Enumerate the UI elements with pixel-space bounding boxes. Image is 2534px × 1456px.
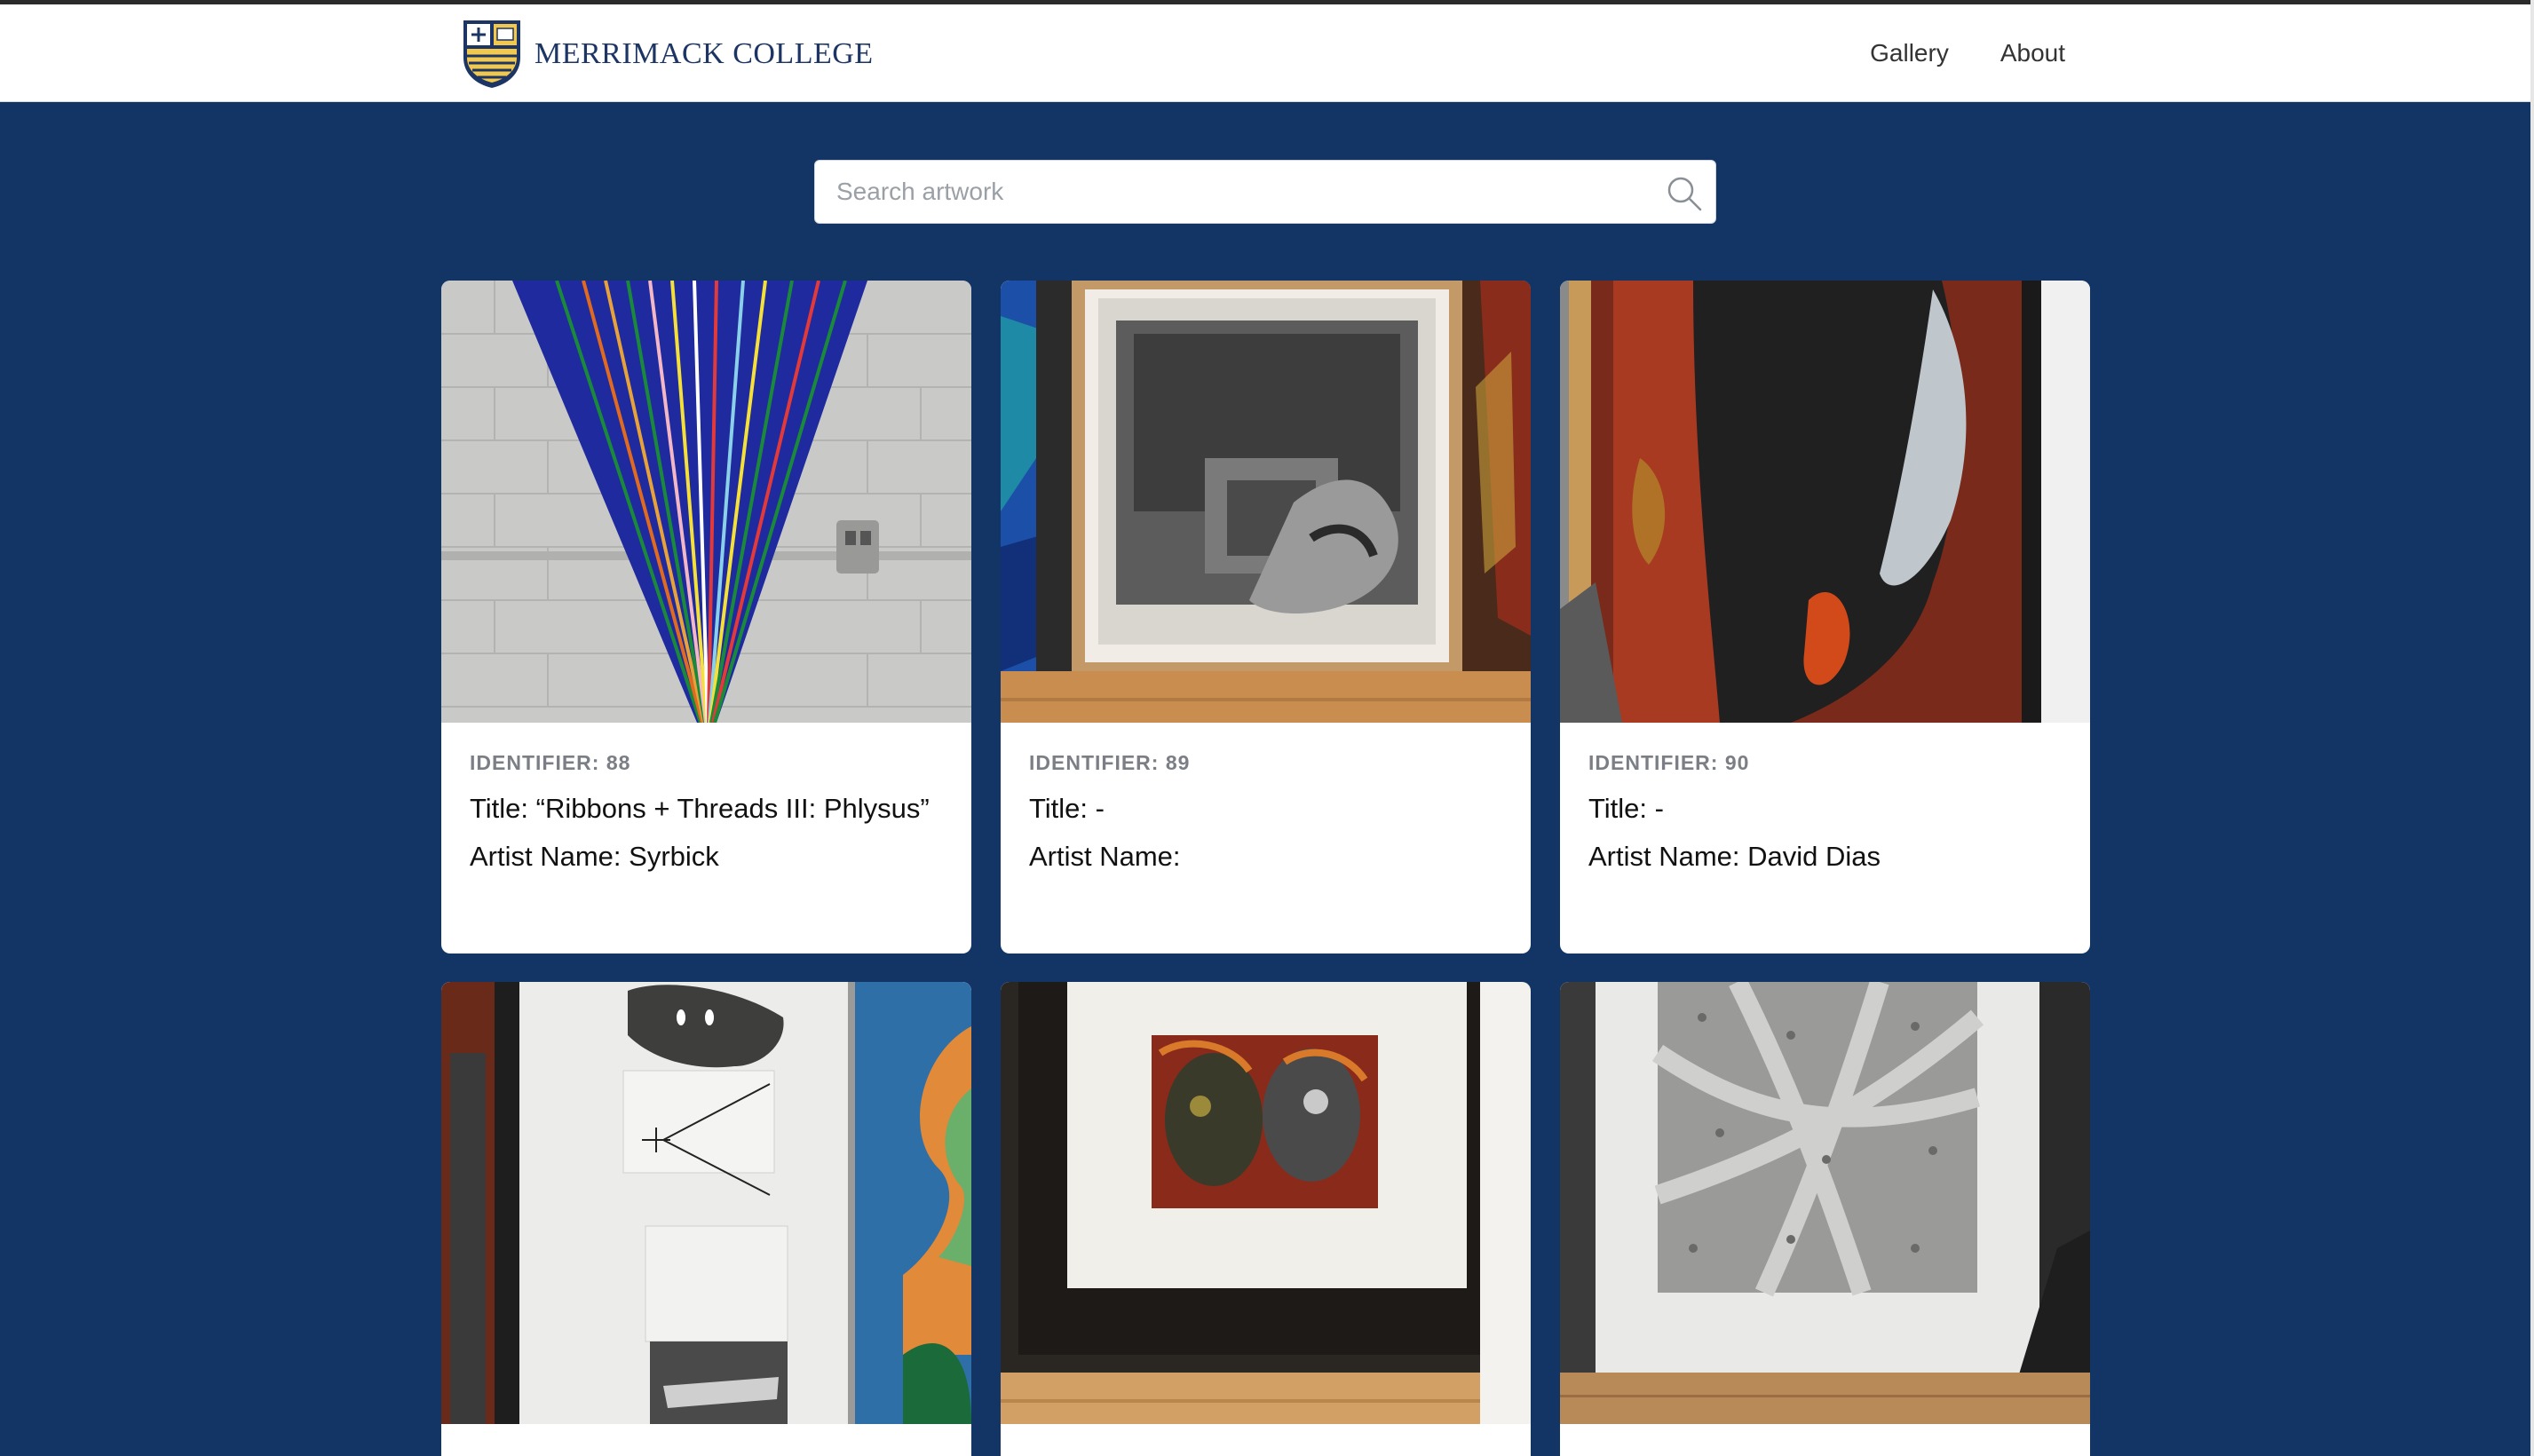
- card-body: [441, 1424, 971, 1452]
- artwork-card[interactable]: IDENTIFIER: 89 Title: - Artist Name:: [1001, 281, 1531, 954]
- artwork-image[interactable]: [1001, 982, 1531, 1424]
- charcoal-drawing-artwork-image: [1001, 281, 1531, 723]
- artwork-image[interactable]: [441, 281, 971, 723]
- artwork-identifier: IDENTIFIER: 89: [1029, 751, 1191, 774]
- card-body: IDENTIFIER: 88 Title: “Ribbons + Threads…: [441, 723, 971, 875]
- artwork-artist: Artist Name: David Dias: [1588, 841, 1881, 872]
- artwork-artist: Artist Name:: [1029, 841, 1181, 872]
- search-icon[interactable]: [1666, 175, 1703, 212]
- nav-link-about[interactable]: About: [2000, 39, 2065, 67]
- artwork-identifier: IDENTIFIER: 88: [470, 751, 631, 774]
- brand-logo[interactable]: MERRIMACK COLLEGE: [462, 19, 874, 90]
- card-body: IDENTIFIER: 89 Title: - Artist Name:: [1001, 723, 1531, 875]
- artwork-artist: Artist Name: Syrbick: [470, 841, 719, 872]
- artwork-title: Title: -: [1029, 793, 1105, 824]
- merrimack-shield-icon: [463, 20, 520, 88]
- dark-abstract-artwork-image: [1560, 281, 2090, 723]
- card-body: [1001, 1424, 1531, 1452]
- main-nav: Gallery About: [1870, 4, 2065, 102]
- card-body: [1560, 1424, 2090, 1452]
- artwork-identifier: IDENTIFIER: 90: [1588, 751, 1750, 774]
- artwork-image[interactable]: [1560, 982, 2090, 1424]
- search-bar: [814, 160, 1716, 224]
- top-navbar: MERRIMACK COLLEGE Gallery About: [0, 4, 2530, 102]
- artwork-card[interactable]: [441, 982, 971, 1456]
- brand-name: MERRIMACK COLLEGE: [535, 37, 874, 70]
- grey-grid-artwork-image: [1560, 982, 2090, 1424]
- artwork-card[interactable]: [1560, 982, 2090, 1456]
- framed-faces-artwork-image: [1001, 982, 1531, 1424]
- ribbons-threads-artwork-image: [441, 281, 971, 723]
- artwork-image[interactable]: [1560, 281, 2090, 723]
- artwork-image[interactable]: [441, 982, 971, 1424]
- artwork-card[interactable]: IDENTIFIER: 90 Title: - Artist Name: Dav…: [1560, 281, 2090, 954]
- card-body: IDENTIFIER: 90 Title: - Artist Name: Dav…: [1560, 723, 2090, 875]
- artwork-card[interactable]: IDENTIFIER: 88 Title: “Ribbons + Threads…: [441, 281, 971, 954]
- artwork-card[interactable]: [1001, 982, 1531, 1456]
- mixed-prints-artwork-image: [441, 982, 971, 1424]
- artwork-title: Title: -: [1588, 793, 1664, 824]
- window-scrollbar-track[interactable]: [2530, 0, 2534, 1456]
- search-input[interactable]: [815, 165, 1632, 218]
- artwork-image[interactable]: [1001, 281, 1531, 723]
- nav-link-gallery[interactable]: Gallery: [1870, 39, 1949, 67]
- artwork-title: Title: “Ribbons + Threads III: Phlysus”: [470, 793, 930, 824]
